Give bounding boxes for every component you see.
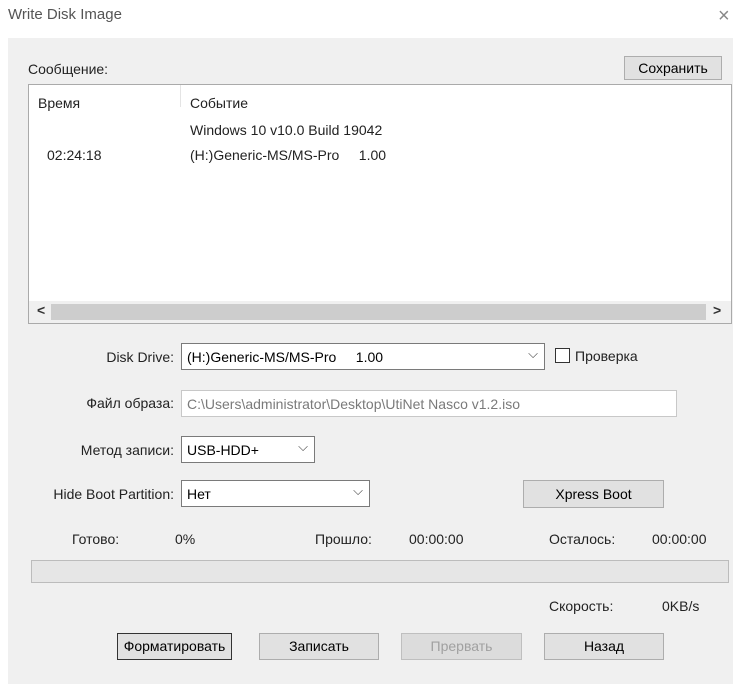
disk-drive-value: (H:)Generic-MS/MS-Pro 1.00 [187,349,384,365]
column-header-time[interactable]: Время [38,95,80,111]
write-method-select[interactable]: USB-HDD+ ⌵ [181,436,315,463]
verify-label[interactable]: Проверка [575,348,638,364]
write-method-value: USB-HDD+ [187,442,259,458]
verify-checkbox[interactable] [555,348,570,363]
write-method-label: Метод записи: [80,442,174,458]
elapsed-value: 00:00:00 [409,531,464,547]
scroll-right-icon[interactable]: > [713,302,721,318]
scroll-left-icon[interactable]: < [37,302,45,318]
chevron-down-icon: ⌵ [528,346,538,361]
scroll-thumb[interactable] [51,304,706,320]
image-file-field[interactable]: C:\Users\administrator\Desktop\UtiNet Na… [181,390,677,417]
row-time: 02:24:18 [47,147,102,163]
column-header-event[interactable]: Событие [190,95,248,111]
image-file-value: C:\Users\administrator\Desktop\UtiNet Na… [187,396,520,412]
back-button[interactable]: Назад [544,633,664,660]
hide-boot-label: Hide Boot Partition: [53,486,174,502]
write-button[interactable]: Записать [259,633,379,660]
elapsed-label: Прошло: [315,531,372,547]
disk-drive-label: Disk Drive: [106,349,174,365]
chevron-down-icon: ⌵ [298,439,308,454]
row-event: (H:)Generic-MS/MS-Pro 1.00 [190,147,387,163]
format-button[interactable]: Форматировать [117,633,232,660]
abort-button: Прервать [401,633,522,660]
close-icon[interactable]: × [718,6,730,26]
remaining-label: Осталось: [549,531,616,547]
hide-boot-value: Нет [187,486,211,502]
messages-label: Сообщение: [28,61,109,77]
save-button[interactable]: Сохранить [624,56,722,80]
xpress-boot-button[interactable]: Xpress Boot [523,480,664,508]
image-file-label: Файл образа: [86,395,174,411]
hide-boot-select[interactable]: Нет ⌵ [181,480,370,507]
done-value: 0% [175,531,196,547]
speed-label: Скорость: [549,598,614,614]
horizontal-scrollbar[interactable]: < > [29,301,731,323]
remaining-value: 00:00:00 [652,531,707,547]
chevron-down-icon: ⌵ [353,483,363,498]
speed-value: 0KB/s [662,598,700,614]
messages-list: Время Событие Windows 10 v10.0 Build 190… [28,84,732,324]
row-event: Windows 10 v10.0 Build 19042 [190,122,383,138]
column-separator[interactable] [180,85,181,107]
progress-bar [31,560,729,583]
disk-drive-select[interactable]: (H:)Generic-MS/MS-Pro 1.00 ⌵ [181,343,545,370]
window-title: Write Disk Image [8,6,122,23]
done-label: Готово: [72,531,120,547]
